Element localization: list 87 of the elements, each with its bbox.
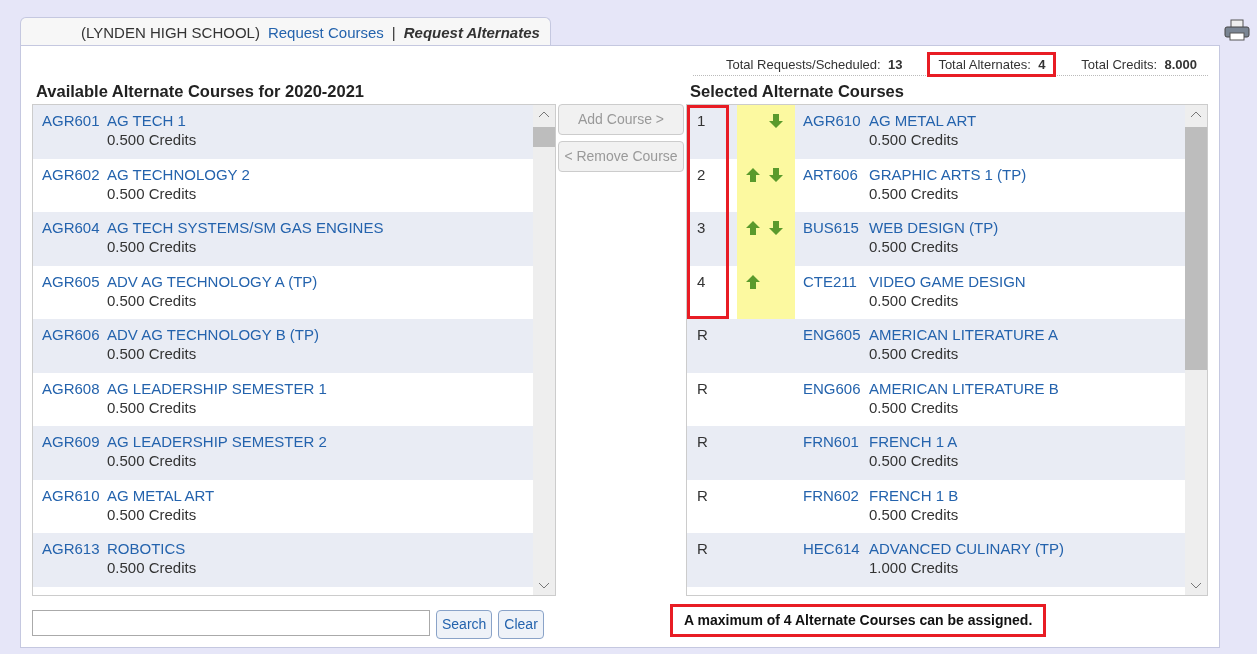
up-arrow-icon[interactable] [746, 274, 760, 289]
down-arrow-icon[interactable] [769, 167, 783, 182]
course-name[interactable]: VIDEO GAME DESIGN [869, 271, 1026, 291]
credits-text: 0.500 Credits [107, 397, 198, 417]
rank-number: R [696, 485, 709, 506]
tab-link[interactable]: Request Alternates [403, 22, 540, 45]
rank-number: R [696, 378, 709, 399]
course-code[interactable]: AGR613 [33, 539, 107, 587]
course-code[interactable]: BUS615 [795, 218, 869, 266]
scroll-thumb[interactable] [1185, 127, 1207, 370]
course-name[interactable]: AG TECHNOLOGY 2 [107, 164, 250, 184]
credits-text: 0.500 Credits [107, 237, 198, 256]
course-code[interactable]: AGR601 [33, 111, 107, 159]
course-code[interactable]: AGR606 [33, 325, 107, 373]
course-name[interactable]: FRENCH 1 A [869, 432, 959, 451]
credits-text: 0.500 Credits [869, 130, 960, 149]
course-name[interactable]: AG TECH 1 [107, 111, 197, 130]
course-name[interactable]: ADV AG TECHNOLOGY A (TP) [107, 271, 318, 291]
course-name[interactable]: AG METAL ART [107, 485, 215, 505]
course-code[interactable]: ENG606 [795, 378, 869, 426]
school-name: (LYNDEN HIGH SCHOOL) [81, 23, 260, 43]
credits-text: 0.500 Credits [869, 344, 960, 363]
scrollbar[interactable] [1185, 105, 1207, 595]
down-arrow-icon[interactable] [769, 114, 783, 129]
rank-number: 2 [696, 164, 707, 185]
down-arrow-icon[interactable] [769, 221, 783, 236]
course-code[interactable]: HEC614 [795, 539, 869, 587]
search-button[interactable]: Search [436, 610, 493, 639]
course-name[interactable]: ADVANCED CULINARY (TP) [869, 539, 1065, 558]
course-code[interactable]: ENG605 [795, 325, 869, 373]
credits-text: 1.000 Credits [869, 558, 960, 577]
search-field[interactable] [32, 610, 430, 636]
course-name[interactable]: AG METAL ART [869, 111, 977, 130]
course-code[interactable]: AGR609 [33, 432, 107, 480]
course-code[interactable]: AGR610 [33, 485, 107, 533]
rank-number: 1 [696, 111, 707, 131]
credits-text: 0.500 Credits [869, 237, 960, 256]
credits-text: 0.500 Credits [869, 290, 960, 310]
course-name[interactable]: WEB DESIGN (TP) [869, 218, 999, 237]
rank-number: 3 [696, 218, 707, 238]
credits-text: 0.500 Credits [869, 451, 959, 470]
up-arrow-icon[interactable] [746, 167, 760, 182]
course-code[interactable]: CTE211 [795, 271, 869, 319]
printer-icon[interactable] [1224, 19, 1250, 41]
credits-text: 0.500 Credits [107, 344, 198, 363]
course-code[interactable]: AGR605 [33, 271, 107, 319]
rank-number: R [696, 432, 709, 452]
scroll-thumb[interactable] [533, 127, 555, 147]
course-name[interactable]: AG LEADERSHIP SEMESTER 2 [107, 432, 327, 451]
list-heading: Selected Alternate Courses [689, 81, 905, 103]
tab-link[interactable]: Request Courses [267, 22, 384, 45]
credits-text: 0.500 Credits [869, 397, 960, 417]
scrollbar[interactable] [533, 105, 555, 595]
clear-button[interactable]: Clear [498, 610, 544, 639]
course-name[interactable]: FRENCH 1 B [869, 485, 959, 505]
rank-number: R [696, 539, 709, 559]
course-name[interactable]: ROBOTICS [107, 539, 197, 558]
course-code[interactable]: FRN601 [795, 432, 869, 480]
course-code[interactable]: AGR610 [795, 111, 869, 159]
notice-text: A maximum of 4 Alternate Courses can be assigned. [670, 604, 1047, 637]
stat-label: Total Alternates: 4 [927, 51, 1057, 78]
course-code[interactable]: AGR608 [33, 378, 107, 426]
rank-number: 4 [696, 271, 707, 292]
credits-text: 0.500 Credits [107, 290, 198, 310]
credits-text: 0.500 Credits [869, 183, 960, 203]
credits-text: 0.500 Credits [107, 558, 197, 577]
list-heading: Available Alternate Courses for 2020-2021 [35, 81, 365, 103]
credits-text: 0.500 Credits [869, 504, 959, 524]
stat-label: Total Credits: 8.000 [1080, 55, 1198, 74]
course-code[interactable]: AGR604 [33, 218, 107, 266]
course-name[interactable]: AMERICAN LITERATURE B [869, 378, 1059, 398]
course-name[interactable]: GRAPHIC ARTS 1 (TP) [869, 164, 1027, 184]
credits-text: 0.500 Credits [107, 130, 197, 149]
course-name[interactable]: AG TECH SYSTEMS/SM GAS ENGINES [107, 218, 384, 237]
credits-text: 0.500 Credits [107, 451, 198, 470]
course-code[interactable]: AGR602 [33, 164, 107, 212]
stat-label: Total Requests/Scheduled: 13 [725, 55, 904, 74]
course-code[interactable]: ART606 [795, 164, 869, 212]
rank-number: R [696, 325, 709, 345]
course-name[interactable]: ADV AG TECHNOLOGY B (TP) [107, 325, 319, 344]
credits-text: 0.500 Credits [107, 183, 198, 203]
up-arrow-icon[interactable] [746, 221, 760, 236]
separator: | [391, 23, 396, 43]
credits-text: 0.500 Credits [107, 504, 198, 524]
course-code[interactable]: FRN602 [795, 485, 869, 533]
course-name[interactable]: AG LEADERSHIP SEMESTER 1 [107, 378, 327, 398]
course-name[interactable]: AMERICAN LITERATURE A [869, 325, 1058, 344]
